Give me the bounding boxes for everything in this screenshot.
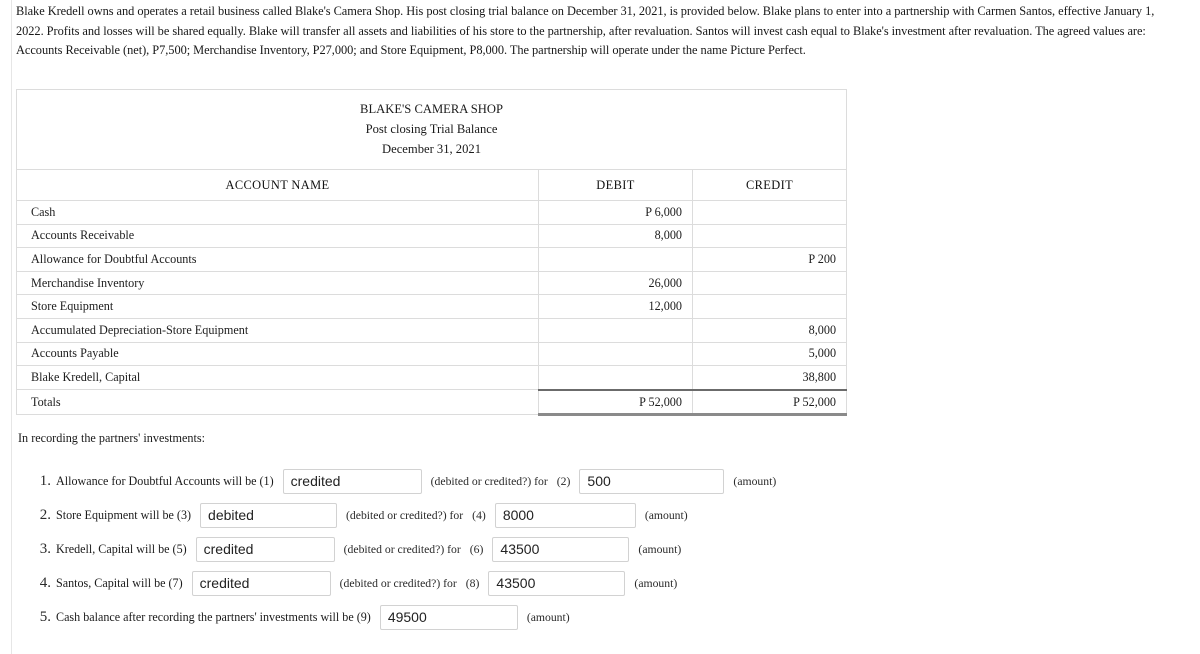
question-text: Cash balance after recording the partner… (56, 609, 371, 624)
company-name: BLAKE'S CAMERA SHOP (360, 102, 503, 116)
question-text: Santos, Capital will be (7) (56, 575, 183, 590)
table-row: Accumulated Depreciation-Store Equipment… (16, 317, 848, 343)
row-credit: 8,000 (691, 317, 848, 343)
amount-input-9[interactable] (379, 604, 518, 630)
trial-balance-header-row: ACCOUNT NAME DEBIT CREDIT (16, 169, 848, 201)
row-credit (691, 270, 848, 296)
amount-input-4[interactable] (494, 502, 636, 528)
row-debit: 12,000 (538, 294, 693, 319)
row-debit (538, 247, 693, 272)
amount-label: (amount) (644, 508, 688, 522)
debited-or-credited-label: (debited or credited?) for (343, 542, 461, 556)
answer-input-5[interactable] (195, 536, 335, 562)
col-header-account-name: ACCOUNT NAME (16, 169, 539, 201)
amount-label: (amount) (526, 610, 570, 624)
table-row: Blake Kredell, Capital 38,800 (16, 365, 848, 391)
problem-statement: Blake Kredell owns and operates a retail… (16, 4, 1155, 57)
amount-input-8[interactable] (488, 570, 626, 596)
table-row: Accounts Payable 5,000 (16, 341, 848, 367)
trial-balance-table: BLAKE'S CAMERA SHOP Post closing Trial B… (15, 89, 848, 417)
question-number: 1. (39, 472, 51, 489)
row-debit (538, 317, 693, 343)
trial-balance-table-wrapper: BLAKE'S CAMERA SHOP Post closing Trial B… (15, 89, 848, 417)
row-account-name: Accumulated Depreciation-Store Equipment (16, 317, 539, 343)
debited-or-credited-label: (debited or credited?) for (430, 474, 548, 488)
question-item-5: 5. Cash balance after recording the part… (34, 600, 1154, 634)
row-account-name: Cash (16, 200, 539, 225)
answer-input-7[interactable] (191, 570, 331, 596)
question-number: 4. (39, 574, 51, 591)
row-credit: 38,800 (691, 365, 848, 391)
question-item-3: 3. Kredell, Capital will be (5) (debited… (34, 532, 1154, 566)
row-credit (691, 223, 848, 249)
question-item-2: 2. Store Equipment will be (3) (debited … (34, 498, 1154, 532)
totals-debit: P 52,000 (538, 389, 693, 417)
table-row: Merchandise Inventory 26,000 (16, 270, 848, 296)
trial-balance-title-cell: BLAKE'S CAMERA SHOP Post closing Trial B… (15, 89, 848, 170)
row-credit (691, 200, 848, 225)
statement-name: Post closing Trial Balance (365, 122, 498, 136)
table-row: Store Equipment 12,000 (16, 294, 848, 319)
table-totals-row: Totals P 52,000 P 52,000 (16, 389, 848, 417)
col-header-debit: DEBIT (538, 169, 693, 201)
answer-input-3[interactable] (200, 502, 338, 528)
row-credit: P 200 (691, 247, 848, 272)
question-number: 5. (39, 608, 51, 625)
for-marker: (2) (556, 474, 571, 488)
statement-date: December 31, 2021 (382, 142, 481, 156)
question-number: 3. (39, 540, 51, 557)
amount-label: (amount) (638, 542, 682, 556)
for-marker: (8) (465, 576, 480, 590)
row-account-name: Accounts Receivable (16, 223, 539, 249)
page-left-rule (11, 0, 12, 654)
row-debit (538, 341, 693, 367)
question-text: Allowance for Doubtful Accounts will be … (56, 473, 274, 488)
question-item-1: 1. Allowance for Doubtful Accounts will … (34, 464, 1154, 498)
for-marker: (6) (469, 542, 484, 556)
row-debit (538, 365, 693, 391)
debited-or-credited-label: (debited or credited?) for (339, 576, 457, 590)
row-account-name: Blake Kredell, Capital (16, 365, 539, 391)
question-text: Store Equipment will be (3) (56, 507, 192, 522)
row-credit (691, 294, 848, 319)
row-credit: 5,000 (691, 341, 848, 367)
row-debit: 26,000 (538, 270, 693, 296)
table-row: Cash P 6,000 (16, 200, 848, 225)
totals-credit: P 52,000 (691, 389, 848, 417)
questions-list: 1. Allowance for Doubtful Accounts will … (34, 464, 1154, 634)
amount-input-6[interactable] (492, 536, 630, 562)
totals-label: Totals (16, 389, 539, 416)
debited-or-credited-label: (debited or credited?) for (346, 508, 464, 522)
amount-label: (amount) (733, 474, 777, 488)
row-debit: 8,000 (538, 223, 693, 249)
question-text: Kredell, Capital will be (5) (56, 541, 187, 556)
answer-input-1[interactable] (282, 468, 422, 494)
question-number: 2. (39, 506, 51, 523)
table-row: Allowance for Doubtful Accounts P 200 (16, 247, 848, 272)
row-account-name: Allowance for Doubtful Accounts (16, 247, 539, 272)
table-row: Accounts Receivable 8,000 (16, 223, 848, 249)
col-header-credit: CREDIT (691, 169, 848, 201)
row-account-name: Store Equipment (16, 294, 539, 319)
row-debit: P 6,000 (538, 200, 693, 225)
question-item-4: 4. Santos, Capital will be (7) (debited … (34, 566, 1154, 600)
questions-heading: In recording the partners' investments: (18, 431, 205, 445)
row-account-name: Accounts Payable (16, 341, 539, 367)
amount-label: (amount) (634, 576, 678, 590)
for-marker: (4) (472, 508, 486, 522)
amount-input-2[interactable] (579, 468, 725, 494)
row-account-name: Merchandise Inventory (16, 270, 539, 296)
trial-balance-title-row: BLAKE'S CAMERA SHOP Post closing Trial B… (15, 89, 848, 170)
